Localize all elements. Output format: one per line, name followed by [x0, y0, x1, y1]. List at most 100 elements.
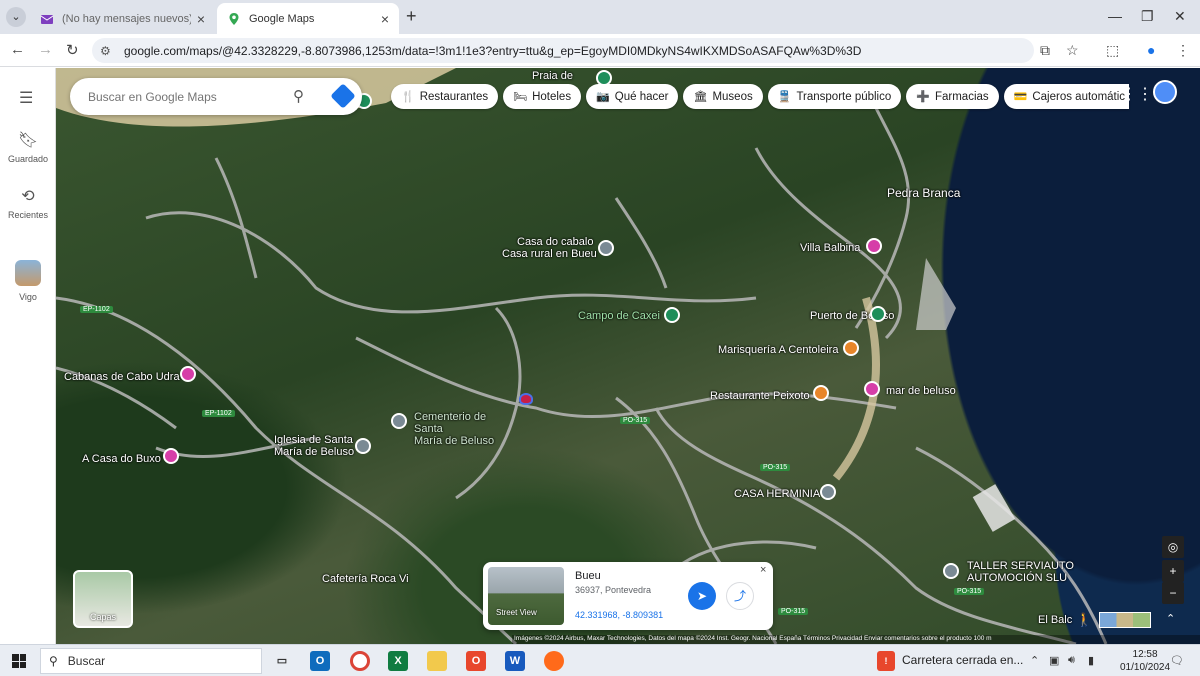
poi-casa-cabalo[interactable]: Casa do cabalo	[517, 236, 593, 248]
satellite-map[interactable]: Praia de Casa do cabalo Casa rural en Bu…	[56, 68, 1200, 644]
shop-pin-icon[interactable]	[943, 563, 959, 579]
lodging-pin-icon[interactable]	[820, 484, 836, 500]
tab-mail[interactable]: (No hay mensajes nuevos) - ×	[30, 3, 215, 34]
file-explorer-icon[interactable]	[427, 651, 447, 671]
menu-dots-icon[interactable]: ⋮	[1176, 42, 1190, 59]
volume-icon[interactable]: 🔊︎	[1068, 654, 1075, 667]
notifications-icon[interactable]: 🗨	[1170, 654, 1184, 667]
task-view-icon[interactable]: ▭	[272, 651, 292, 671]
firefox-icon[interactable]	[544, 651, 564, 671]
place-info-card: Street View Bueu 36937, Pontevedra 42.33…	[483, 562, 773, 630]
bookmark-star-icon[interactable]: ☆	[1066, 42, 1079, 59]
tab-google-maps[interactable]: Google Maps ×	[217, 3, 399, 34]
directions-button[interactable]: ➤	[688, 582, 716, 610]
excel-icon[interactable]: X	[388, 651, 408, 671]
expand-icon[interactable]: ⌃	[1166, 612, 1175, 625]
chip-que-hacer[interactable]: 📷 Qué hacer	[586, 84, 679, 109]
reload-icon[interactable]: ↻	[66, 41, 79, 59]
tray-chevron-icon[interactable]: ⌃	[1030, 654, 1039, 667]
poi-praia-label[interactable]: Praia de	[532, 70, 573, 82]
layers-button[interactable]: Capas	[73, 570, 133, 628]
site-settings-icon[interactable]: ⚙	[100, 44, 116, 58]
pegman-icon[interactable]: 🚶	[1076, 612, 1092, 628]
chip-restaurantes[interactable]: 🍴 Restaurantes	[391, 84, 499, 109]
recent-place-vigo[interactable]: Vigo	[0, 260, 56, 302]
new-tab-button[interactable]: +	[406, 6, 417, 27]
poi-campo-caxei[interactable]: Campo de Caxei	[578, 310, 660, 322]
back-arrow-icon[interactable]: ←	[10, 41, 25, 58]
recent-button[interactable]: ⟲ Recientes	[0, 186, 56, 220]
poi-cabanas[interactable]: Cabanas de Cabo Udra	[64, 371, 180, 383]
share-button[interactable]: ⤴	[726, 582, 754, 610]
chip-farmacias[interactable]: ➕ Farmacias	[906, 84, 999, 109]
port-pin-icon[interactable]	[870, 306, 886, 322]
road-badge: PO-315	[778, 608, 809, 615]
my-location-icon[interactable]: ◎	[1162, 536, 1184, 558]
close-card-icon[interactable]: ×	[760, 564, 766, 576]
church-pin-icon[interactable]	[355, 438, 371, 454]
forward-arrow-icon[interactable]: →	[38, 41, 53, 58]
office-icon[interactable]: O	[466, 651, 486, 671]
vigo-thumbnail	[15, 260, 41, 286]
poi-mar-beluso[interactable]: mar de beluso	[886, 385, 956, 397]
hotel-pin-icon[interactable]	[163, 448, 179, 464]
search-icon[interactable]: ⚲	[293, 87, 304, 105]
poi-cafeteria[interactable]: Cafetería Roca Vi	[322, 573, 409, 585]
lodging-pin-icon[interactable]	[598, 240, 614, 256]
poi-casa-rural[interactable]: Casa rural en Bueu	[502, 248, 597, 260]
hotel-pin-icon[interactable]	[866, 238, 882, 254]
street-view-thumbnail[interactable]: Street View	[488, 567, 564, 625]
window-close-icon[interactable]: ✕	[1174, 8, 1186, 25]
traffic-notice[interactable]: Carretera cerrada en...	[902, 653, 1023, 667]
minimize-icon[interactable]: —	[1108, 8, 1122, 24]
camera-icon: 📷	[596, 91, 610, 103]
battery-icon[interactable]: ▮	[1088, 654, 1094, 667]
chip-cajeros[interactable]: 💳 Cajeros automátic	[1003, 84, 1130, 109]
profile-icon[interactable]: ●	[1147, 42, 1155, 58]
poi-marisqueria[interactable]: Marisquería A Centoleira	[718, 344, 838, 356]
restore-icon[interactable]: ❐	[1141, 8, 1154, 25]
restaurant-pin-icon[interactable]	[843, 340, 859, 356]
chip-museos[interactable]: 🏛 Museos	[683, 84, 763, 109]
word-icon[interactable]: W	[505, 651, 525, 671]
browser-toolbar: ← → ↻ ⚙ google.com/maps/@42.3328229,-8.8…	[0, 34, 1200, 67]
chrome-icon[interactable]	[350, 651, 370, 671]
install-app-icon[interactable]: ⧉	[1040, 42, 1050, 59]
poi-restaurante-peixoto[interactable]: Restaurante Peixoto	[710, 390, 810, 402]
restaurant-pin-icon[interactable]	[813, 385, 829, 401]
network-icon[interactable]: ▣	[1049, 654, 1059, 667]
hotel-pin-icon[interactable]	[864, 381, 880, 397]
sports-pin-icon[interactable]	[664, 307, 680, 323]
poi-villa-balbina[interactable]: Villa Balbina	[800, 242, 860, 254]
zoom-out-button[interactable]: −	[1162, 582, 1184, 604]
close-icon[interactable]: ×	[381, 11, 389, 27]
windows-start-icon[interactable]	[12, 654, 26, 668]
chip-hoteles[interactable]: 🛏 Hoteles	[503, 84, 582, 109]
taskbar-search[interactable]: ⚲ Buscar	[40, 648, 262, 674]
address-bar[interactable]: ⚙ google.com/maps/@42.3328229,-8.8073986…	[92, 38, 1034, 63]
search-box: ⚲	[70, 78, 362, 115]
tab-search-icon[interactable]: ⌄	[6, 7, 26, 27]
close-icon[interactable]: ×	[197, 11, 205, 27]
map-type-thumbnails[interactable]	[1099, 612, 1151, 628]
outlook-icon[interactable]: O	[310, 651, 330, 671]
hotel-pin-icon[interactable]	[180, 366, 196, 382]
avatar[interactable]	[1153, 80, 1177, 104]
poi-casa-buxo[interactable]: A Casa do Buxo	[82, 453, 161, 465]
poi-el-balc[interactable]: El Balc	[1038, 614, 1072, 626]
cemetery-pin-icon[interactable]	[391, 413, 407, 429]
poi-casa-herminia[interactable]: CASA HERMINIA	[734, 488, 820, 500]
system-clock[interactable]: 12:58 01/10/2024	[1120, 648, 1170, 674]
extensions-icon[interactable]: ⬚	[1106, 42, 1119, 59]
traffic-alert-icon[interactable]: !	[877, 651, 895, 671]
poi-taller[interactable]: TALLER SERVIAUTO AUTOMOCIÓN SLU	[967, 560, 1074, 584]
place-coordinates[interactable]: 42.331968, -8.809381	[575, 610, 663, 620]
menu-icon[interactable]: ☰	[19, 88, 33, 108]
poi-cementerio[interactable]: Cementerio de Santa María de Beluso	[414, 411, 514, 447]
zoom-in-button[interactable]: +	[1162, 560, 1184, 582]
directions-icon[interactable]	[330, 83, 356, 109]
search-input[interactable]	[88, 89, 288, 104]
selected-location-marker[interactable]	[519, 393, 533, 405]
chip-transporte[interactable]: 🚆 Transporte público	[767, 84, 902, 109]
saved-button[interactable]: 🔖︎ Guardado	[0, 130, 56, 164]
